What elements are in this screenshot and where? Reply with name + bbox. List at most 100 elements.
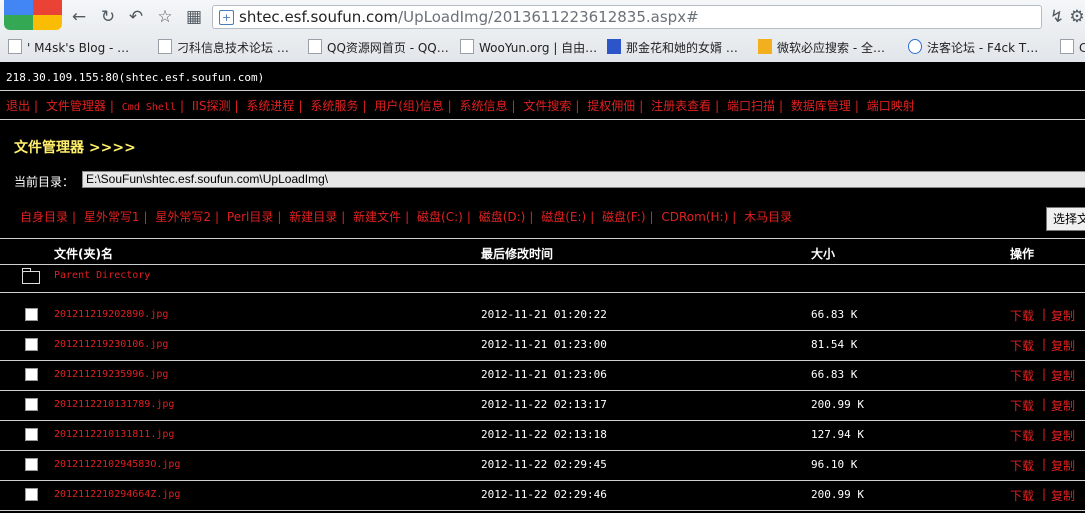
- undo-icon[interactable]: ↶: [125, 6, 147, 28]
- page-icon: [158, 39, 172, 54]
- copy-link[interactable]: 复制: [1051, 457, 1075, 474]
- menu-users[interactable]: 用户(组)信息: [374, 99, 443, 113]
- file-modified: 2012-11-22 02:29:46: [481, 488, 607, 501]
- toolbar-new-file[interactable]: 新建文件: [353, 210, 401, 224]
- menu-services[interactable]: 系统服务: [310, 99, 358, 113]
- file-name[interactable]: 201211219235996.jpg: [54, 369, 168, 380]
- file-modified: 2012-11-22 02:29:45: [481, 458, 607, 471]
- toolbar-self-dir[interactable]: 自身目录: [20, 210, 68, 224]
- menu-port-map[interactable]: 端口映射: [867, 99, 915, 113]
- menu-iis-probe[interactable]: IIS探测: [192, 99, 231, 113]
- page-icon: [1060, 39, 1074, 54]
- choose-file-button[interactable]: 选择文: [1046, 207, 1085, 231]
- divider: [0, 238, 1085, 239]
- parent-directory-link[interactable]: Parent Directory: [54, 270, 150, 281]
- wrench-icon[interactable]: ⚙: [1066, 6, 1085, 28]
- star-icon[interactable]: ☆: [154, 6, 176, 28]
- download-link[interactable]: 下载: [1010, 307, 1034, 324]
- toolbar-new-dir[interactable]: 新建目录: [289, 210, 337, 224]
- table-row: 201211219235996.jpg 2012-11-21 01:23:06 …: [0, 360, 1085, 390]
- back-icon[interactable]: ←: [68, 6, 90, 28]
- file-name[interactable]: 2012112210131811.jpg: [54, 429, 174, 440]
- download-link[interactable]: 下载: [1010, 427, 1034, 444]
- download-link[interactable]: 下载: [1010, 337, 1034, 354]
- copy-link[interactable]: 复制: [1051, 307, 1075, 324]
- row-checkbox[interactable]: [25, 458, 38, 471]
- toolbar-perl-dir[interactable]: Perl目录: [227, 210, 273, 224]
- col-modified-header: 最后修改时间: [481, 247, 554, 261]
- menu-port-scan[interactable]: 端口扫描: [727, 99, 775, 113]
- menu-file-search[interactable]: 文件搜索: [523, 99, 571, 113]
- file-modified: 2012-11-21 01:23:00: [481, 338, 607, 351]
- file-name[interactable]: 2012112210294664Z.jpg: [54, 489, 180, 500]
- file-modified: 2012-11-22 02:13:17: [481, 398, 607, 411]
- menu-logout[interactable]: 退出: [6, 99, 30, 113]
- page-icon: [460, 39, 474, 54]
- table-header: 文件(夹)名 最后修改时间 大小 操作: [0, 242, 1085, 264]
- toolbar-disk-c[interactable]: 磁盘(C:): [417, 210, 463, 224]
- browser-chrome: ← ↻ ↶ ☆ ▦ + shtec.esf.soufun.com/UpLoadI…: [0, 0, 1085, 62]
- file-name[interactable]: 201211219230106.jpg: [54, 339, 168, 350]
- menu-processes[interactable]: 系统进程: [246, 99, 294, 113]
- menu-system-info[interactable]: 系统信息: [459, 99, 507, 113]
- download-link[interactable]: 下载: [1010, 367, 1034, 384]
- bookmark-item[interactable]: 法客论坛 - F4ck T…: [908, 39, 1038, 56]
- row-checkbox[interactable]: [25, 368, 38, 381]
- file-modified: 2012-11-22 02:13:18: [481, 428, 607, 441]
- download-link[interactable]: 下载: [1010, 487, 1034, 504]
- copy-link[interactable]: 复制: [1051, 427, 1075, 444]
- row-checkbox[interactable]: [25, 428, 38, 441]
- address-bar[interactable]: + shtec.esf.soufun.com/UpLoadImg/2013611…: [212, 5, 1042, 29]
- url-host: shtec.esf.soufun.com: [239, 8, 399, 26]
- host-info: 218.30.109.155:80(shtec.esf.soufun.com): [6, 71, 265, 84]
- bookmark-item[interactable]: WooYun.org | 自由…: [460, 39, 597, 56]
- bookmark-item[interactable]: QQ资源网首页 - QQ…: [308, 39, 449, 56]
- copy-link[interactable]: 复制: [1051, 367, 1075, 384]
- download-link[interactable]: 下载: [1010, 457, 1034, 474]
- bookmark-item[interactable]: ' M4sk's Blog - …: [8, 39, 129, 55]
- copy-link[interactable]: 复制: [1051, 337, 1075, 354]
- current-dir-input[interactable]: E:\SouFun\shtec.esf.soufun.com\UpLoadImg…: [82, 171, 1085, 188]
- file-name[interactable]: 2012112210131789.jpg: [54, 399, 174, 410]
- lightning-icon[interactable]: ↯: [1046, 6, 1068, 28]
- toolbar-xingwai-2[interactable]: 星外常写2: [155, 210, 211, 224]
- divider: [0, 119, 1085, 120]
- chrome-logo-icon: [4, 0, 62, 30]
- toolbar-cdrom-h[interactable]: CDRom(H:): [661, 210, 728, 224]
- apps-grid-icon[interactable]: ▦: [183, 6, 205, 28]
- dir-toolbar: 自身目录 | 星外常写1 | 星外常写2 | Perl目录 | 新建目录 | 新建文件 | …: [20, 210, 793, 224]
- toolbar-xingwai-1[interactable]: 星外常写1: [84, 210, 140, 224]
- menu-registry[interactable]: 注册表查看: [651, 99, 711, 113]
- bookmark-item[interactable]: 刁科信息技术论坛 …: [158, 39, 289, 56]
- row-checkbox[interactable]: [25, 338, 38, 351]
- main-menu: 退出 | 文件管理器 | Cmd Shell | IIS探测 | 系统进程 | 系统服务 |…: [6, 99, 915, 113]
- parent-directory-row[interactable]: Parent Directory: [0, 266, 1085, 288]
- menu-privilege[interactable]: 提权佣佃: [587, 99, 635, 113]
- action-separator: |: [1042, 367, 1047, 381]
- file-name[interactable]: 2012112210294583O.jpg: [54, 459, 180, 470]
- toolbar-disk-d[interactable]: 磁盘(D:): [479, 210, 526, 224]
- row-checkbox[interactable]: [25, 488, 38, 501]
- row-checkbox[interactable]: [25, 308, 38, 321]
- copy-link[interactable]: 复制: [1051, 397, 1075, 414]
- bookmark-item[interactable]: 微软必应搜索 - 全…: [758, 39, 885, 56]
- menu-file-manager[interactable]: 文件管理器: [46, 99, 106, 113]
- divider: [0, 292, 1085, 293]
- bookmark-item[interactable]: C:: [1060, 39, 1085, 55]
- toolbar-disk-f[interactable]: 磁盘(F:): [602, 210, 645, 224]
- paw-icon: [607, 39, 621, 54]
- reload-icon[interactable]: ↻: [97, 6, 119, 28]
- file-modified: 2012-11-21 01:20:22: [481, 308, 607, 321]
- toolbar-disk-e[interactable]: 磁盘(E:): [541, 210, 586, 224]
- download-link[interactable]: 下载: [1010, 397, 1034, 414]
- bookmark-item[interactable]: 那金花和她的女婿 …: [607, 39, 738, 56]
- copy-link[interactable]: 复制: [1051, 487, 1075, 504]
- row-checkbox[interactable]: [25, 398, 38, 411]
- folder-icon: [22, 268, 40, 284]
- file-name[interactable]: 201211219202890.jpg: [54, 309, 168, 320]
- menu-cmd-shell[interactable]: Cmd Shell: [122, 102, 176, 113]
- action-separator: |: [1042, 307, 1047, 321]
- action-separator: |: [1042, 487, 1047, 501]
- toolbar-trojan-dir[interactable]: 木马目录: [744, 210, 792, 224]
- menu-database[interactable]: 数据库管理: [791, 99, 851, 113]
